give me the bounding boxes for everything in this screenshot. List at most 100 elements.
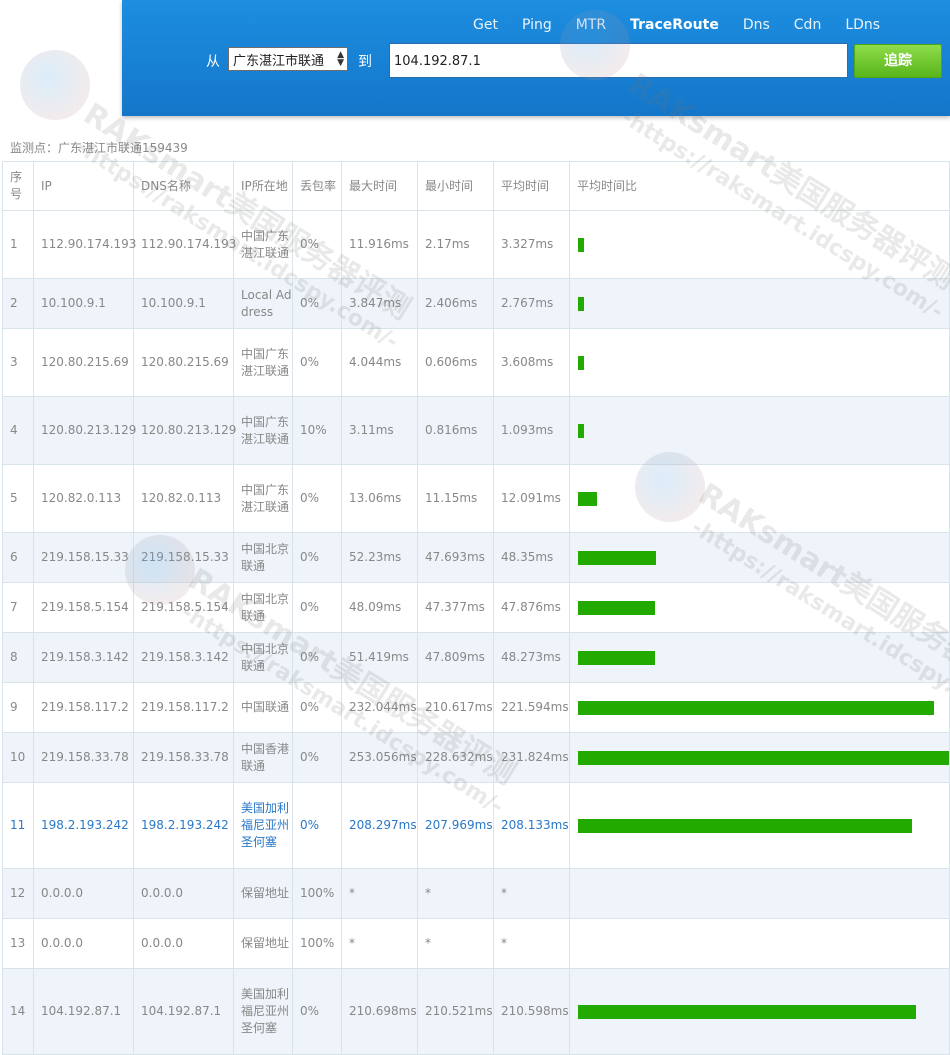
- header-location: IP所在地: [233, 161, 293, 211]
- hop-ratio-cell: [569, 682, 950, 733]
- table-row: 6 219.158.15.33 219.158.15.33 中国北京联通 0% 52.23…: [2, 532, 950, 583]
- monitor-point-label: 监测点：广东湛江市联通159439: [10, 141, 188, 155]
- hop-avg-time: 208.133ms: [493, 782, 570, 869]
- hop-number: 7: [2, 582, 34, 633]
- table-row: 10 219.158.33.78 219.158.33.78 中国香港联通 0% 253.…: [2, 732, 950, 783]
- table-row: 5 120.82.0.113 120.82.0.113 中国广东湛江联通 0% 13.06…: [2, 464, 950, 533]
- avg-time-ratio-bar: [578, 423, 584, 438]
- trace-button[interactable]: 追踪: [854, 44, 942, 78]
- header-loss: 丢包率: [292, 161, 342, 211]
- avg-time-ratio-bar: [578, 700, 934, 715]
- avg-time-ratio-bar: [578, 650, 655, 665]
- hop-min-time: 11.15ms: [417, 464, 494, 533]
- hop-loss: 0%: [292, 732, 342, 783]
- hop-min-time: 210.521ms: [417, 968, 494, 1055]
- hop-avg-time: 48.35ms: [493, 532, 570, 583]
- hop-ip: 10.100.9.1: [33, 278, 134, 329]
- hop-ratio-cell: [569, 328, 950, 397]
- hop-location: Local Address: [233, 278, 293, 329]
- hop-loss: 10%: [292, 396, 342, 465]
- hop-dns: 120.80.215.69: [133, 328, 234, 397]
- source-select[interactable]: 广东湛江市联通 ▲ ▼: [228, 47, 348, 71]
- hop-max-time: 4.044ms: [341, 328, 418, 397]
- header-avg: 平均时间: [493, 161, 570, 211]
- hop-ratio-cell: [569, 632, 950, 683]
- nav-traceroute[interactable]: TraceRoute: [618, 16, 731, 36]
- nav-ping[interactable]: Ping: [510, 16, 564, 36]
- table-row: 8 219.158.3.142 219.158.3.142 中国北京联通 0% 51.41…: [2, 632, 950, 683]
- hop-ip: 219.158.3.142: [33, 632, 134, 683]
- nav-ldns[interactable]: LDns: [833, 16, 892, 36]
- hop-loss: 0%: [292, 464, 342, 533]
- hop-number: 6: [2, 532, 34, 583]
- hop-number: 11: [2, 782, 34, 869]
- hop-location: 中国北京联通: [233, 582, 293, 633]
- hop-dns: 104.192.87.1: [133, 968, 234, 1055]
- table-header-row: 序号 IP DNS名称 IP所在地 丢包率 最大时间 最小时间 平均时间 平均时…: [2, 161, 950, 211]
- header-ip: IP: [33, 161, 134, 211]
- hop-ratio-cell: [569, 210, 950, 279]
- hop-ratio-cell: [569, 968, 950, 1055]
- hop-max-time: 253.056ms: [341, 732, 418, 783]
- header-max: 最大时间: [341, 161, 418, 211]
- hop-max-time: 48.09ms: [341, 582, 418, 633]
- hop-max-time: 3.11ms: [341, 396, 418, 465]
- hop-avg-time: 1.093ms: [493, 396, 570, 465]
- hop-number: 10: [2, 732, 34, 783]
- hop-ip: 120.80.213.129: [33, 396, 136, 465]
- from-label: 从: [206, 54, 220, 70]
- avg-time-ratio-bar: [578, 750, 950, 765]
- nav-dns[interactable]: Dns: [731, 16, 782, 36]
- hop-location: 中国北京联通: [233, 532, 293, 583]
- hop-loss: 0%: [292, 532, 342, 583]
- hop-number: 8: [2, 632, 34, 683]
- header-no: 序号: [2, 161, 34, 211]
- hop-location: 中国香港联通: [233, 732, 293, 783]
- hop-avg-time: 47.876ms: [493, 582, 570, 633]
- hop-min-time: *: [417, 868, 494, 919]
- hop-max-time: 208.297ms: [341, 782, 418, 869]
- hop-number: 5: [2, 464, 34, 533]
- avg-time-ratio-bar: [578, 600, 655, 615]
- hop-avg-time: 210.598ms: [493, 968, 570, 1055]
- header-left-blank: [0, 0, 122, 116]
- nav-get[interactable]: Get: [461, 16, 510, 36]
- hop-number: 13: [2, 918, 34, 969]
- hop-ip: 120.82.0.113: [33, 464, 134, 533]
- hop-dns: 10.100.9.1: [133, 278, 234, 329]
- hop-ratio-cell: [569, 532, 950, 583]
- hop-loss: 100%: [292, 868, 342, 919]
- hop-number: 9: [2, 682, 34, 733]
- header-min: 最小时间: [417, 161, 494, 211]
- avg-time-ratio-bar: [578, 818, 912, 833]
- hop-ratio-cell: [569, 868, 950, 919]
- hop-avg-time: 12.091ms: [493, 464, 570, 533]
- header-ratio: 平均时间比: [569, 161, 950, 211]
- hop-loss: 0%: [292, 632, 342, 683]
- hop-dns: 219.158.3.142: [133, 632, 234, 683]
- hop-ip: 219.158.5.154: [33, 582, 134, 633]
- hop-dns: 219.158.33.78: [133, 732, 234, 783]
- hop-dns: 219.158.15.33: [133, 532, 234, 583]
- hop-min-time: 0.606ms: [417, 328, 494, 397]
- hop-dns: 0.0.0.0: [133, 918, 234, 969]
- hop-avg-time: 231.824ms: [493, 732, 570, 783]
- hop-loss: 0%: [292, 278, 342, 329]
- hop-avg-time: 48.273ms: [493, 632, 570, 683]
- hop-number: 14: [2, 968, 34, 1055]
- hop-ratio-cell: [569, 732, 950, 783]
- hop-avg-time: *: [493, 918, 570, 969]
- hop-ip: 0.0.0.0: [33, 918, 134, 969]
- hop-ip: 198.2.193.242: [33, 782, 134, 869]
- hop-min-time: 228.632ms: [417, 732, 494, 783]
- table-row: 2 10.100.9.1 10.100.9.1 Local Address 0% 3.84…: [2, 278, 950, 329]
- source-select-value: 广东湛江市联通: [233, 54, 325, 69]
- hop-max-time: 51.419ms: [341, 632, 418, 683]
- nav-cdn[interactable]: Cdn: [782, 16, 834, 36]
- hop-number: 12: [2, 868, 34, 919]
- hop-avg-time: 3.327ms: [493, 210, 570, 279]
- hop-ratio-cell: [569, 918, 950, 969]
- table-row: 1 112.90.174.193 112.90.174.193 中国广东湛江联通 0% 1…: [2, 210, 950, 279]
- target-input[interactable]: 104.192.87.1: [389, 43, 848, 78]
- nav-mtr[interactable]: MTR: [564, 16, 618, 36]
